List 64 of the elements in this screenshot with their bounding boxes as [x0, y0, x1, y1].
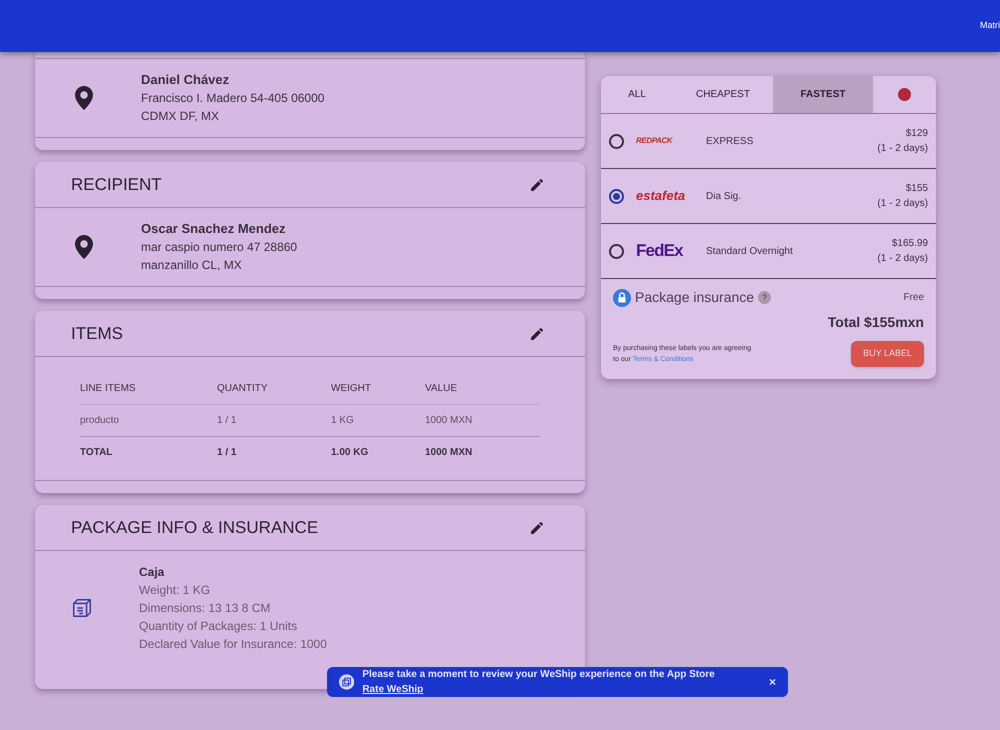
rate-option[interactable]: FedEx Standard Overnight $165.99 (1 - 2 days) [601, 224, 936, 279]
carrier-logo: FedEx [636, 240, 684, 262]
rate-option[interactable]: estafeta Dia Sig. $155 (1 - 2 days) [601, 169, 936, 224]
help-badge[interactable]: ? [758, 291, 772, 304]
location-pin-icon [75, 235, 93, 259]
address-line: Francisco I. Madero 54-405 06000 [141, 90, 324, 107]
radio-button[interactable] [609, 134, 624, 148]
table-cell-text: 1 / 1 [217, 446, 238, 460]
contact-name: Oscar Snachez Mendez [141, 220, 286, 238]
tab[interactable]: FASTEST [773, 76, 873, 113]
column-header: VALUE [425, 382, 458, 396]
pencil-icon [529, 520, 545, 536]
tab[interactable]: ALL [601, 76, 673, 113]
table-cell-text: 1 / 1 [217, 414, 238, 428]
close-button[interactable]: × [768, 673, 776, 691]
rate-price: $165.99 [892, 237, 928, 251]
delivery-time: (1 - 2 days) [877, 142, 928, 156]
contact-name: Daniel Chávez [141, 71, 230, 89]
rate-price: $129 [906, 127, 928, 141]
rate-option[interactable]: REDPACK EXPRESS $129 (1 - 2 days) [601, 114, 936, 169]
column-header: LINE ITEMS [80, 382, 137, 396]
rate-link[interactable]: Rate WeShip [362, 684, 424, 695]
column-header: WEIGHT [331, 382, 372, 396]
section-title: ITEMS [71, 322, 123, 345]
table-cell-text: TOTAL [80, 446, 114, 460]
address-line: CDMX DF, MX [141, 108, 220, 125]
delivery-time: (1 - 2 days) [877, 197, 928, 211]
box-icon [71, 597, 93, 619]
table-cell-text: 1000 MXN [425, 414, 474, 428]
column-header: QUANTITY [217, 382, 269, 396]
package-name: Caja [139, 564, 166, 581]
location-pin-icon [75, 86, 93, 110]
copy-icon [339, 674, 354, 690]
table-cell-text: 1.00 KG [331, 446, 370, 460]
pencil-icon [529, 326, 545, 342]
package-detail: Dimensions: 13 13 8 CM [139, 600, 272, 617]
table-cell-text: 1 KG [331, 414, 355, 428]
padlock-icon [613, 288, 631, 306]
pencil-icon [529, 176, 545, 192]
alert-dot-icon [898, 88, 911, 101]
rate-price: $155 [906, 182, 928, 196]
service-name: EXPRESS [706, 134, 754, 148]
package-detail: Quantity of Packages: 1 Units [139, 618, 298, 635]
order-total: Total $155mxn [828, 313, 924, 332]
delivery-time: (1 - 2 days) [877, 252, 928, 266]
carrier-logo: REDPACK [636, 135, 674, 147]
section-title: PACKAGE INFO & INSURANCE [71, 516, 318, 539]
radio-button[interactable] [609, 188, 624, 204]
radio-button[interactable] [609, 244, 624, 258]
service-name: Standard Overnight [706, 244, 794, 258]
user-name: Matri [980, 19, 1000, 32]
service-name: Dia Sig. [706, 190, 742, 204]
tab[interactable]: CHEAPEST [673, 76, 773, 113]
carrier-logo: estafeta [636, 187, 686, 206]
address-line: manzanillo CL, MX [141, 257, 243, 274]
table-cell-text: producto [80, 414, 120, 428]
package-detail: Weight: 1 KG [139, 582, 212, 599]
address-line: mar caspio numero 47 28860 [141, 239, 298, 256]
table-cell-text: 1000 MXN [425, 446, 474, 460]
section-title: RECIPIENT [71, 174, 162, 196]
insurance-price: Free [903, 291, 924, 305]
toast-message: Please take a moment to review your WeShip experience on the App Store Rate WeShip [362, 668, 716, 697]
package-detail: Declared Value for Insurance: 1000 [139, 636, 327, 653]
insurance-label: Package insurance [635, 288, 754, 307]
